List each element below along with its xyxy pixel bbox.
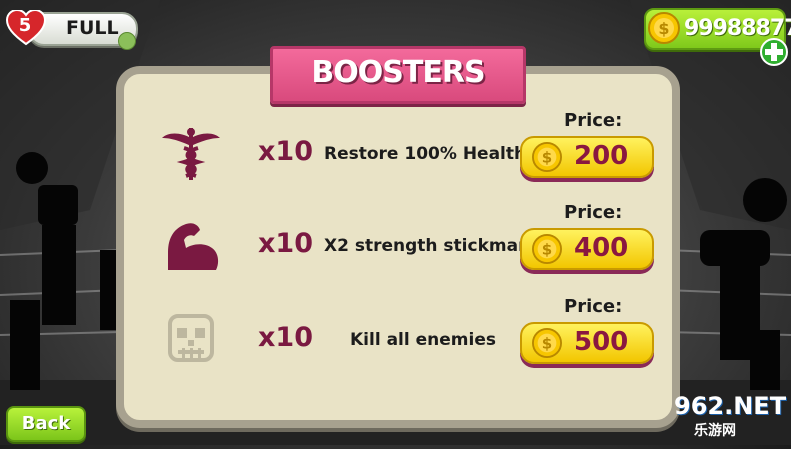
svg-text:$: $ — [542, 241, 552, 259]
panel-title: BOOSTERS — [311, 55, 485, 90]
booster-description: Kill all enemies — [350, 330, 496, 350]
add-coins-button[interactable] — [760, 38, 788, 66]
price-value: 500 — [574, 327, 629, 357]
buy-kill-all-button[interactable]: $ 500 — [520, 322, 654, 364]
booster-row-strength: x10 X2 strength stickman Price: $ 400 — [140, 202, 660, 290]
add-lives-icon[interactable] — [118, 32, 136, 50]
price-label: Price: — [564, 110, 623, 131]
booster-row-kill-all: x10 Kill all enemies Price: $ 500 — [140, 296, 660, 384]
price-label: Price: — [564, 296, 623, 317]
lives-indicator: 5 FULL — [6, 10, 138, 50]
buy-strength-button[interactable]: $ 400 — [520, 228, 654, 270]
booster-description: Restore 100% Health — [324, 144, 527, 164]
svg-text:$: $ — [542, 335, 552, 353]
flexed-arm-icon — [168, 223, 219, 270]
coin-icon: $ — [532, 142, 562, 172]
svg-text:$: $ — [658, 19, 669, 38]
coin-icon: $ — [532, 234, 562, 264]
coin-balance: $ 99988877 — [640, 4, 791, 66]
skull-icon — [168, 314, 214, 362]
title-banner: BOOSTERS — [270, 46, 526, 104]
back-label: Back — [21, 413, 71, 434]
booster-qty: x10 — [258, 136, 313, 167]
watermark-subtext: 乐游网 — [694, 423, 736, 439]
price-label: Price: — [564, 202, 623, 223]
coin-icon: $ — [648, 12, 680, 44]
back-button[interactable]: Back — [6, 406, 86, 442]
lives-count: 5 — [18, 15, 32, 36]
price-value: 200 — [574, 141, 629, 171]
site-watermark: 962.NET 乐游网 — [650, 392, 788, 442]
lives-status: FULL — [66, 17, 119, 39]
caduceus-icon — [162, 128, 220, 180]
buy-health-button[interactable]: $ 200 — [520, 136, 654, 178]
booster-row-health: x10 Restore 100% Health Price: $ 200 — [140, 110, 660, 198]
booster-description: X2 strength stickman — [324, 236, 531, 256]
watermark-text: 962.NET — [674, 392, 787, 420]
coin-icon: $ — [532, 328, 562, 358]
price-value: 400 — [574, 233, 629, 263]
booster-qty: x10 — [258, 228, 313, 259]
svg-text:$: $ — [542, 149, 552, 167]
booster-qty: x10 — [258, 322, 313, 353]
